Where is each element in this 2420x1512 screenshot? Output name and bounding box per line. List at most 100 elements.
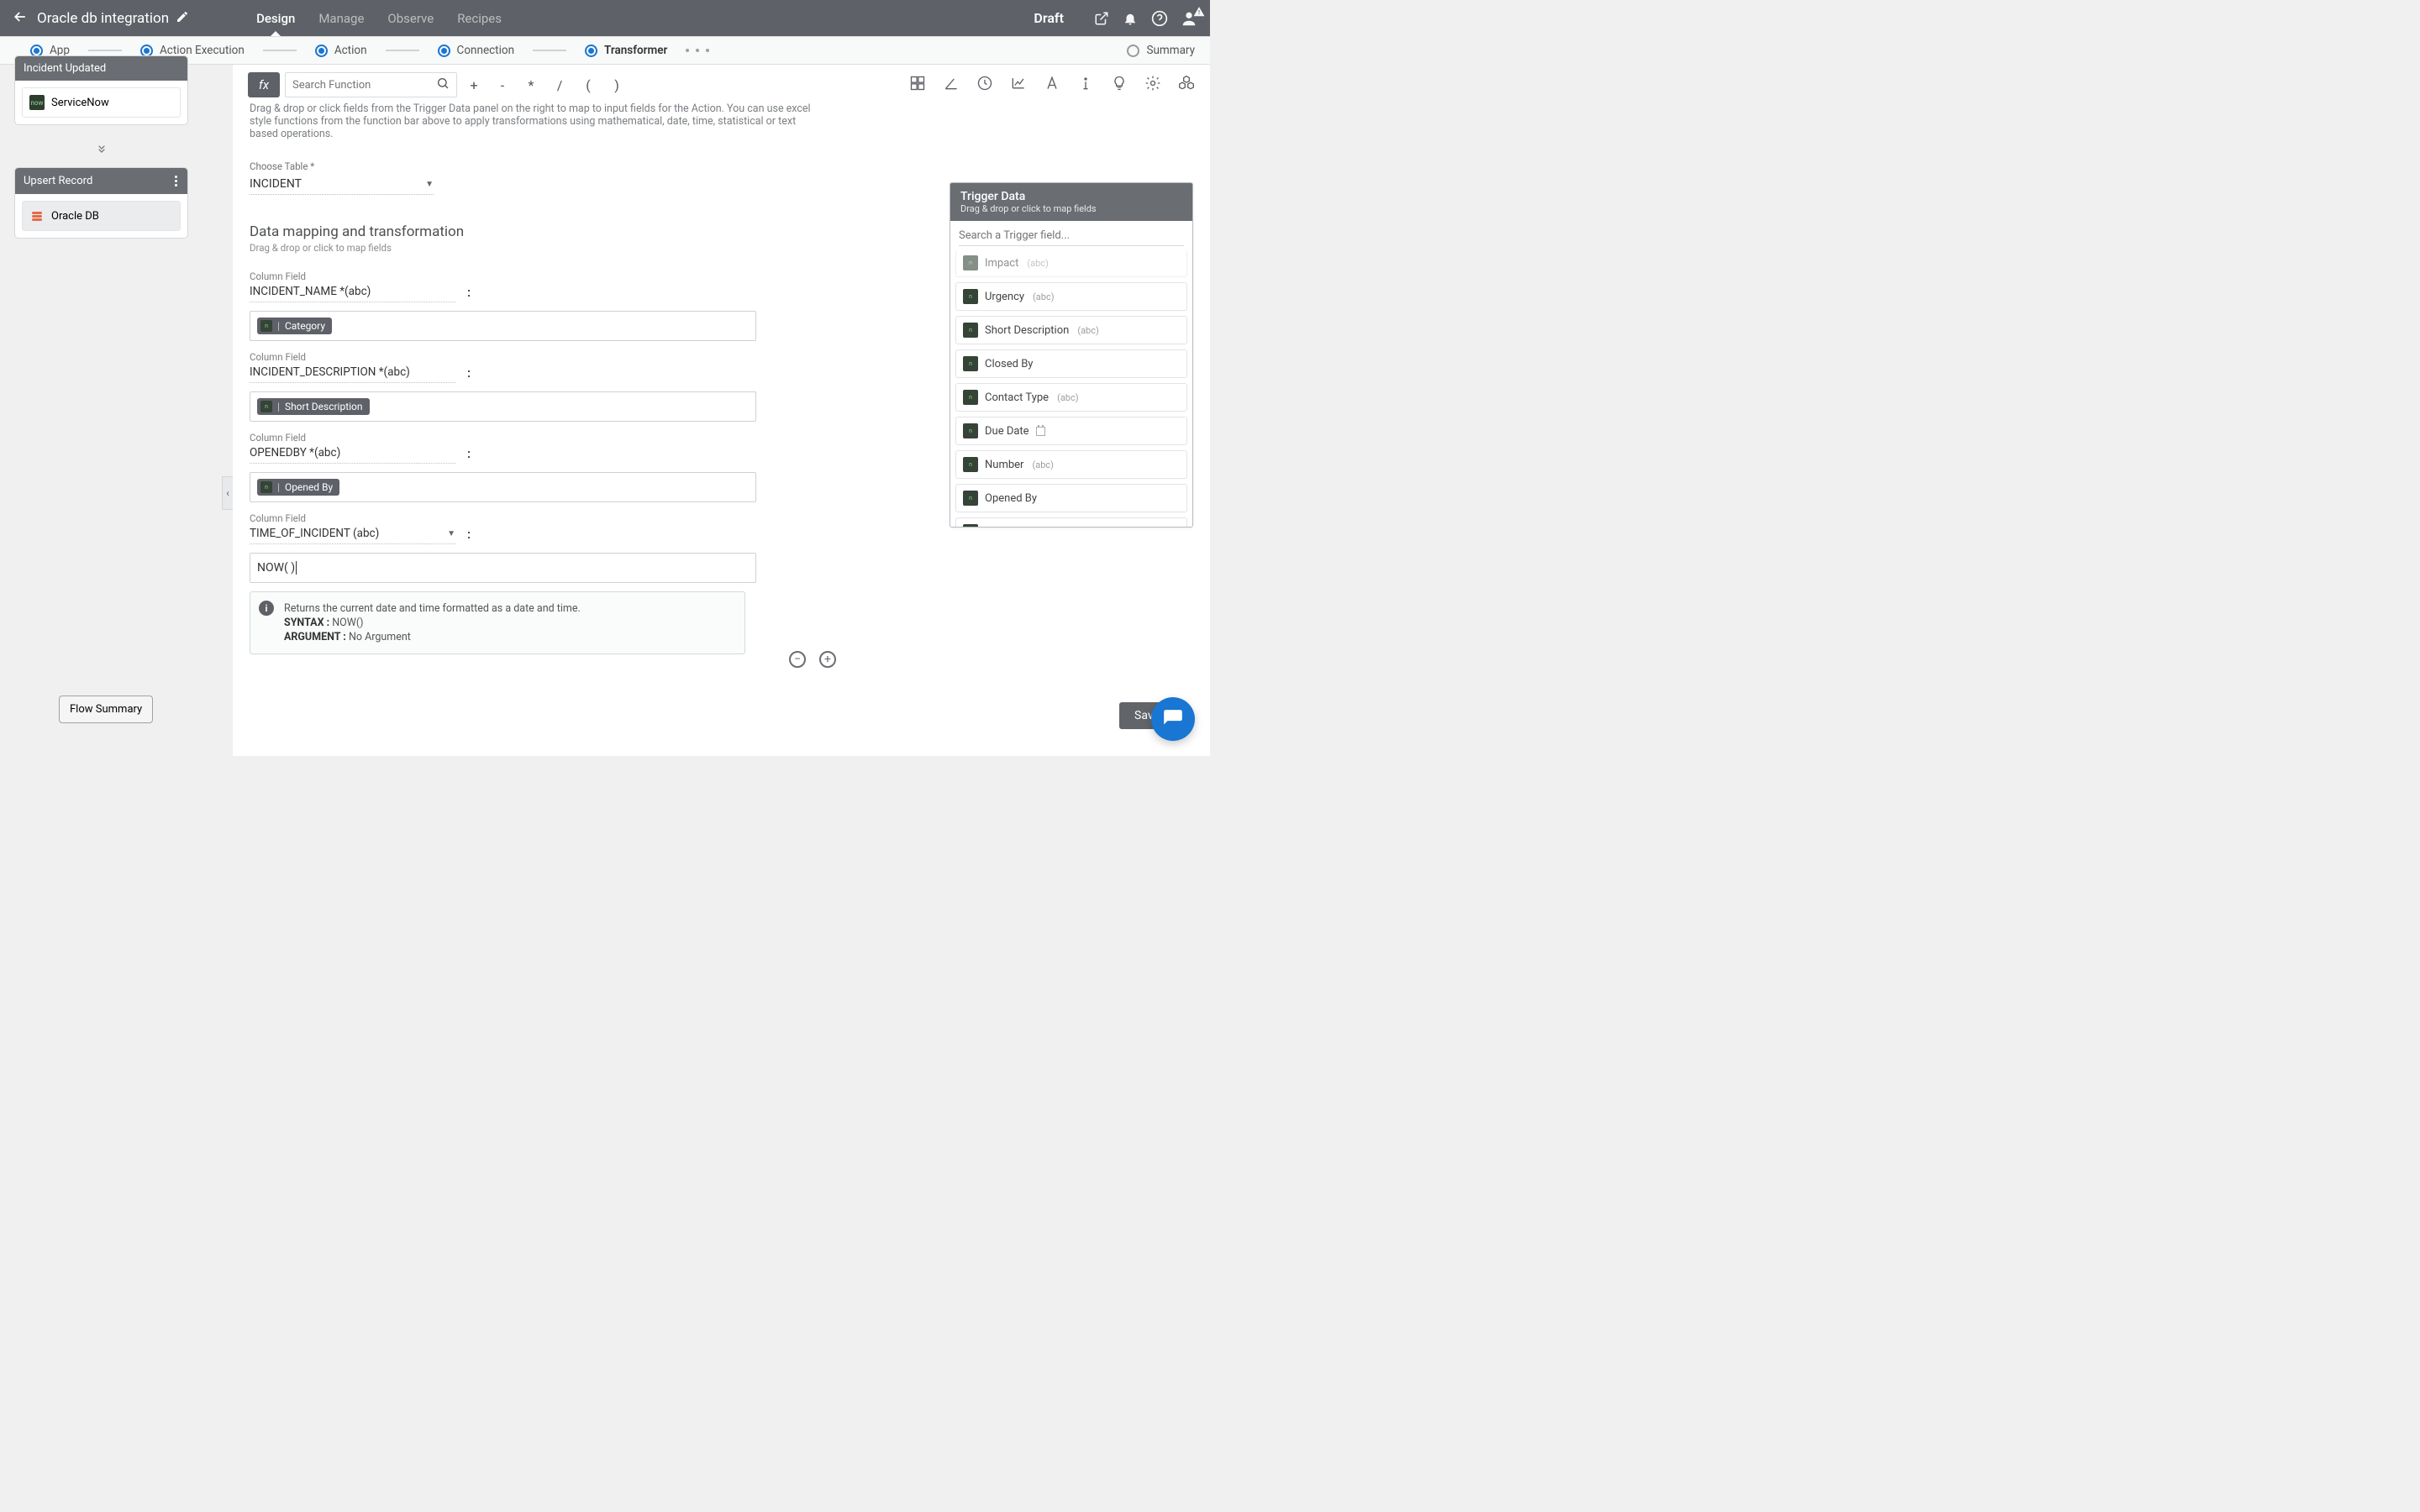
user-avatar-icon[interactable] <box>1180 9 1198 28</box>
fx-icon[interactable]: fx <box>248 72 280 97</box>
tab-manage[interactable]: Manage <box>318 2 364 35</box>
page-title: Oracle db integration <box>37 10 169 27</box>
bulb-icon[interactable] <box>1111 75 1128 95</box>
header-tabs: Design Manage Observe Recipes <box>256 2 502 35</box>
back-arrow-icon[interactable] <box>12 8 29 29</box>
op-minus[interactable]: - <box>491 72 514 97</box>
op-rparen[interactable]: ) <box>605 72 629 97</box>
oracle-icon <box>29 208 45 223</box>
map-input-1[interactable]: n|Short Description <box>250 391 756 422</box>
map-input-2[interactable]: n|Opened By <box>250 472 756 502</box>
trigger-row-impact[interactable]: nImpact(abc) <box>955 249 1187 277</box>
colfield-name-3[interactable]: TIME_OF_INCIDENT (abc)▼ <box>250 524 455 544</box>
op-lparen[interactable]: ( <box>576 72 600 97</box>
angle-icon[interactable] <box>943 75 960 95</box>
trigger-row-state[interactable]: nState(abc) <box>955 517 1187 527</box>
servicenow-mini-icon: n <box>963 457 978 472</box>
oracledb-label: Oracle DB <box>51 210 99 223</box>
bell-icon[interactable] <box>1123 11 1138 26</box>
servicenow-mini-icon: n <box>963 255 978 270</box>
servicenow-item[interactable]: now ServiceNow <box>22 87 181 118</box>
trigger-row-openedby[interactable]: nOpened By <box>955 484 1187 512</box>
chevron-down-icon: ▼ <box>447 529 455 538</box>
flow-summary-button[interactable]: Flow Summary <box>59 696 153 723</box>
search-function-field[interactable] <box>292 79 436 92</box>
clock-icon[interactable] <box>976 75 993 95</box>
chart-icon[interactable] <box>1010 75 1027 95</box>
op-mult[interactable]: * <box>519 72 543 97</box>
sidebar: Incident Updated now ServiceNow Upsert R… <box>14 55 188 252</box>
servicenow-mini-icon: n <box>260 481 272 493</box>
gear-icon[interactable] <box>1144 75 1161 95</box>
trigger-list[interactable]: nImpact(abc) nUrgency(abc) nShort Descri… <box>950 249 1192 527</box>
trigger-row-contacttype[interactable]: nContact Type(abc) <box>955 383 1187 412</box>
topbar: Oracle db integration Design Manage Obse… <box>0 0 1210 36</box>
servicenow-mini-icon: n <box>963 423 978 438</box>
colfield-name-0[interactable]: INCIDENT_NAME *(abc) <box>250 282 455 302</box>
trigger-row-urgency[interactable]: nUrgency(abc) <box>955 282 1187 311</box>
calendar-icon <box>1036 427 1045 436</box>
info-icon[interactable] <box>1077 75 1094 95</box>
edit-icon[interactable] <box>176 10 189 27</box>
hint-desc: Returns the current date and time format… <box>284 602 734 615</box>
trigger-row-duedate[interactable]: nDue Date <box>955 417 1187 445</box>
action-card: Upsert Record Oracle DB <box>14 167 188 239</box>
oracledb-item[interactable]: Oracle DB <box>22 201 181 231</box>
servicenow-label: ServiceNow <box>51 97 109 109</box>
trigger-card: Incident Updated now ServiceNow <box>14 55 188 125</box>
trigger-search-input[interactable] <box>959 226 1184 246</box>
step-connection[interactable]: Connection <box>438 44 514 57</box>
trigger-row-shortdesc[interactable]: nShort Description(abc) <box>955 316 1187 344</box>
map-input-0[interactable]: n|Category <box>250 311 756 341</box>
text-icon[interactable] <box>1044 75 1060 95</box>
tab-recipes[interactable]: Recipes <box>457 2 502 35</box>
add-mapping-button[interactable]: + <box>819 651 836 668</box>
servicenow-mini-icon: n <box>260 401 272 412</box>
map-input-3[interactable]: NOW( ) <box>250 553 756 583</box>
help-icon[interactable] <box>1151 10 1168 27</box>
choose-table-value: INCIDENT <box>250 177 302 191</box>
op-plus[interactable]: + <box>462 72 486 97</box>
servicenow-mini-icon: n <box>963 289 978 304</box>
op-div[interactable]: / <box>548 72 571 97</box>
colfield-name-2[interactable]: OPENEDBY *(abc) <box>250 444 455 464</box>
step-summary[interactable]: Summary <box>1127 44 1195 57</box>
expand-toggle-icon[interactable] <box>14 139 188 167</box>
chat-bubble-icon[interactable] <box>1151 697 1195 741</box>
step-transformer[interactable]: Transformer <box>585 44 667 57</box>
choose-table-select[interactable]: INCIDENT ▼ <box>250 174 434 195</box>
collapse-handle-icon[interactable]: ‹ <box>222 476 233 510</box>
math-icon[interactable] <box>909 75 926 95</box>
search-icon[interactable] <box>436 76 450 93</box>
chip-openedby[interactable]: n|Opened By <box>257 479 339 496</box>
tab-design[interactable]: Design <box>256 2 295 35</box>
fn-expression: NOW( ) <box>257 561 295 575</box>
open-external-icon[interactable] <box>1094 11 1109 26</box>
chevron-down-icon: ▼ <box>425 180 434 189</box>
chip-category[interactable]: n|Category <box>257 318 332 334</box>
trigger-panel-sub: Drag & drop or click to map fields <box>960 203 1182 214</box>
search-function-input[interactable] <box>285 72 457 97</box>
cubes-icon[interactable] <box>1178 75 1195 95</box>
status-badge: Draft <box>1034 10 1064 26</box>
chip-shortdesc[interactable]: n|Short Description <box>257 398 370 415</box>
colfield-name-1[interactable]: INCIDENT_DESCRIPTION *(abc) <box>250 363 455 383</box>
servicenow-mini-icon: n <box>963 323 978 338</box>
trigger-data-panel: Trigger Data Drag & drop or click to map… <box>950 182 1193 528</box>
servicenow-icon: now <box>29 95 45 110</box>
trigger-row-number[interactable]: nNumber(abc) <box>955 450 1187 479</box>
main-panel: ‹ fx + - * / ( ) Drag & drop or click fi… <box>233 65 1210 756</box>
choose-table-label: Choose Table * <box>233 149 1210 172</box>
trigger-row-closedby[interactable]: nClosed By <box>955 349 1187 378</box>
card-menu-icon[interactable] <box>173 174 179 188</box>
trigger-panel-title: Trigger Data <box>960 190 1182 203</box>
info-badge-icon: i <box>259 601 274 616</box>
helper-text: Drag & drop or click fields from the Tri… <box>233 101 838 149</box>
trigger-card-title: Incident Updated <box>15 56 187 81</box>
step-action[interactable]: Action <box>315 44 367 57</box>
servicenow-mini-icon: n <box>963 524 978 527</box>
function-bar: fx + - * / ( ) <box>233 65 1210 101</box>
tab-observe[interactable]: Observe <box>387 2 434 35</box>
remove-mapping-button[interactable]: − <box>789 651 806 668</box>
servicenow-mini-icon: n <box>963 390 978 405</box>
